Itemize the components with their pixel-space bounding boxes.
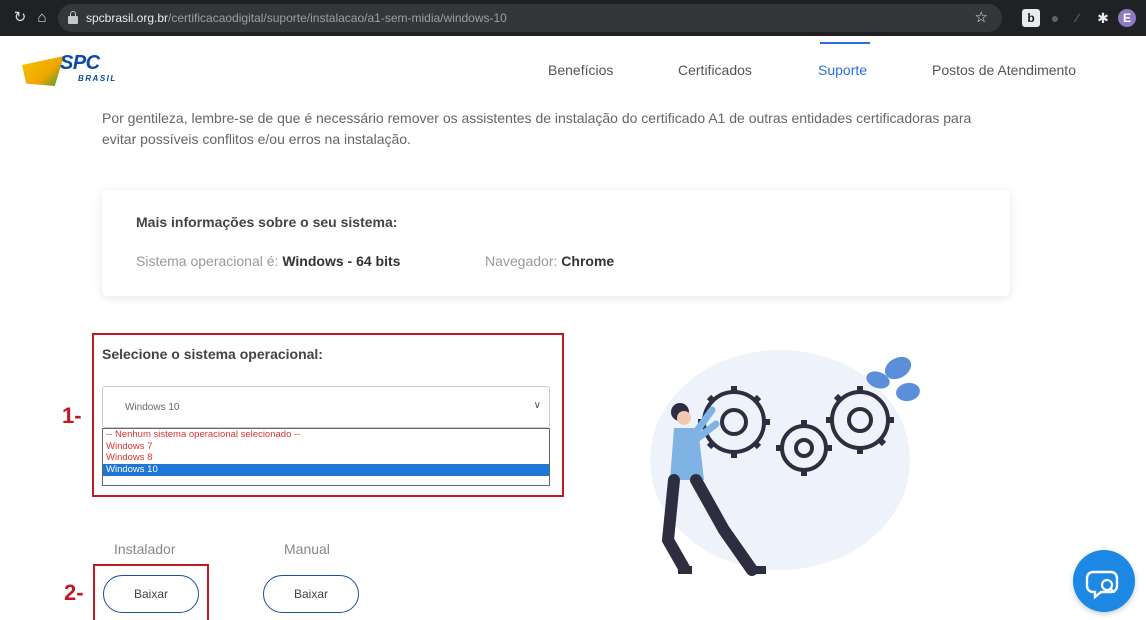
nav-postos-de-atendimento[interactable]: Postos de Atendimento [932,62,1076,78]
bookmark-star-icon[interactable]: ☆ [975,8,988,26]
url-text: spcbrasil.org.br/certificacaodigital/sup… [86,11,507,25]
home-icon[interactable]: ⌂ [32,8,52,28]
lock-icon [68,11,78,24]
manual-download-button[interactable]: Baixar [263,575,359,613]
removal-notice: Por gentileza, lembre-se de que é necess… [102,110,972,147]
os-option-windows-10[interactable]: Windows 10 [103,463,549,476]
browser-toolbar: ↻ ⌂ spcbrasil.org.br/certificacaodigital… [0,0,1146,36]
nav-suporte[interactable]: Suporte [818,62,867,78]
os-info: Sistema operacional é: Windows - 64 bits [136,253,401,269]
annotation-step-1: 1- [62,403,82,428]
chat-bubble-icon [1085,570,1119,600]
os-select-label: Selecione o sistema operacional: [102,346,323,362]
manual-label: Manual [284,541,330,557]
logo-swoosh-icon [22,56,64,86]
reload-icon[interactable]: ↻ [10,8,30,28]
system-info-card: Mais informações sobre o seu sistema: Si… [102,190,1010,296]
site-header: SPC BRASIL Benefícios Certificados Supor… [0,36,1146,94]
profile-avatar[interactable]: E [1118,9,1136,27]
os-select[interactable]: Windows 10 ∨ [102,386,550,428]
extension-b-icon[interactable]: b [1022,9,1040,27]
os-option-none[interactable]: -- Nenhum sistema operacional selecionad… [103,429,549,441]
installer-download-button[interactable]: Baixar [103,575,199,613]
installer-label: Instalador [114,541,176,557]
chevron-down-icon: ∨ [533,400,541,411]
os-select-value: Windows 10 [125,402,180,413]
extension-pen-icon[interactable]: ∕ [1068,9,1086,27]
os-dropdown-list: -- Nenhum sistema operacional selecionad… [102,428,550,486]
system-info-title: Mais informações sobre o seu sistema: [136,214,398,230]
extension-circle-icon[interactable]: ● [1046,9,1064,27]
extensions-puzzle-icon[interactable]: ✱ [1094,9,1112,27]
os-option-windows-7[interactable]: Windows 7 [103,441,549,453]
address-bar[interactable]: spcbrasil.org.br/certificacaodigital/sup… [58,4,1002,32]
browser-info: Navegador: Chrome [485,253,615,269]
gears-illustration [650,350,920,576]
nav-certificados[interactable]: Certificados [678,62,752,78]
nav-beneficios[interactable]: Benefícios [548,62,613,78]
annotation-step-2: 2- [64,580,84,605]
os-option-windows-8[interactable]: Windows 8 [103,452,549,464]
spc-brasil-logo[interactable]: SPC BRASIL [22,52,115,88]
nav-active-indicator [820,42,870,44]
chat-button[interactable] [1073,550,1135,612]
